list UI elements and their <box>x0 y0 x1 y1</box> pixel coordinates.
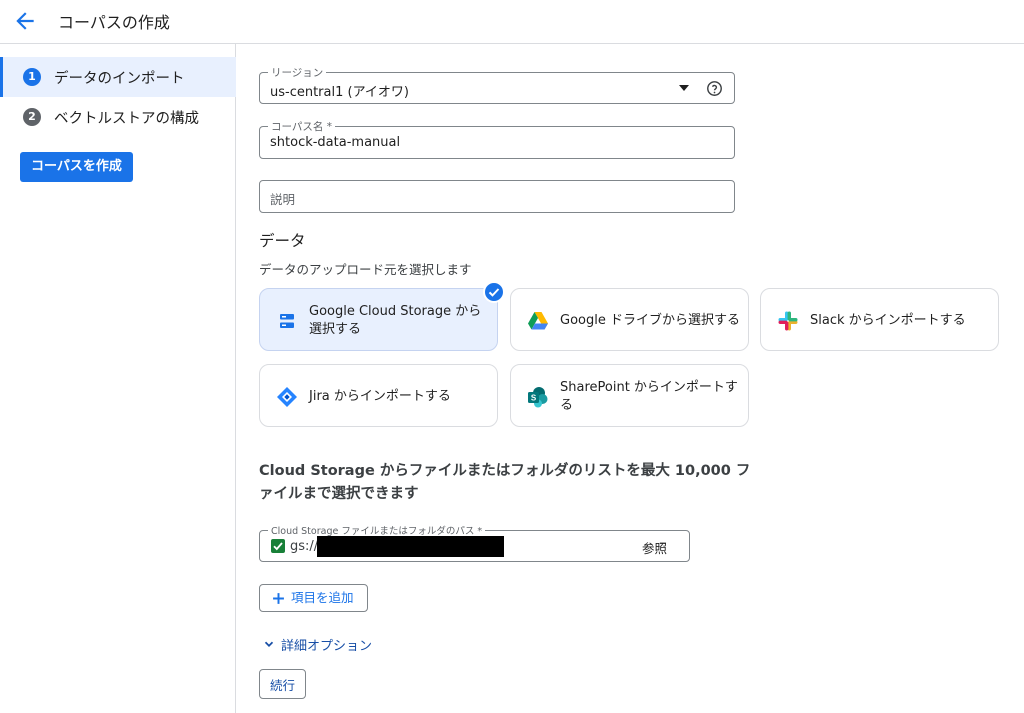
corpus-name-field[interactable]: コーパス名 * shtock-data-manual <box>259 119 735 159</box>
region-select[interactable]: リージョン us-central1 (アイオワ) <box>259 65 735 104</box>
path-valid-checkbox <box>271 539 285 553</box>
source-card-label: Slack からインポートする <box>810 312 966 328</box>
source-card-google-drive[interactable]: Google ドライブから選択する <box>510 288 749 351</box>
sharepoint-icon: S <box>528 387 548 408</box>
region-value: us-central1 (アイオワ) <box>270 85 410 100</box>
check-icon <box>488 288 500 297</box>
add-item-label: 項目を追加 <box>291 590 354 605</box>
step-import-data[interactable]: 1 データのインポート <box>0 57 236 97</box>
top-bar: コーパスの作成 <box>0 0 1024 44</box>
data-section-title: データ <box>259 232 306 250</box>
cloud-storage-icon <box>280 314 294 328</box>
source-card-cloud-storage[interactable]: Google Cloud Storage から選択する <box>259 281 505 351</box>
step-label: ベクトルストアの構成 <box>54 111 199 127</box>
region-label: リージョン <box>268 65 327 80</box>
dropdown-arrow-icon <box>679 85 689 91</box>
step-label: データのインポート <box>54 71 185 87</box>
source-card-label: Jira からインポートする <box>309 388 451 404</box>
gcs-list-heading: Cloud Storage からファイルまたはフォルダのリストを最大 10,00… <box>259 460 759 506</box>
browse-button[interactable]: 参照 <box>642 538 667 557</box>
data-section-subtitle: データのアップロード元を選択します <box>259 262 472 277</box>
stepper-sidebar: 1 データのインポート 2 ベクトルストアの構成 コーパスを作成 <box>0 44 236 713</box>
check-icon <box>273 542 283 551</box>
gcs-path-prefix: gs:// <box>290 539 319 554</box>
redacted-path-value <box>317 536 504 557</box>
help-icon[interactable] <box>706 80 723 97</box>
slack-icon <box>778 311 798 331</box>
source-card-label: Google Cloud Storage から選択する <box>309 303 482 337</box>
selected-check-badge <box>483 281 505 303</box>
continue-button[interactable]: 続行 <box>259 669 307 699</box>
arrow-left-icon <box>16 12 34 30</box>
step-number: 2 <box>23 108 41 126</box>
svg-text:S: S <box>531 394 537 403</box>
corpus-name-value: shtock-data-manual <box>270 135 401 150</box>
source-card-slack[interactable]: Slack からインポートする <box>760 288 999 351</box>
gcs-heading-line-1: Cloud Storage からファイルまたはフォルダのリストを最大 10,00… <box>259 463 751 479</box>
jira-icon <box>277 387 297 407</box>
source-card-sharepoint[interactable]: S SharePoint からインポートする <box>510 364 749 427</box>
plus-icon <box>273 593 284 604</box>
back-button[interactable] <box>12 8 38 34</box>
source-card-label: Google ドライブから選択する <box>560 312 740 328</box>
gcs-heading-line-2: ァイルまで選択できます <box>259 486 419 502</box>
description-placeholder: 説明 <box>270 192 296 207</box>
create-corpus-button[interactable]: コーパスを作成 <box>20 152 133 182</box>
step-number: 1 <box>23 68 41 86</box>
gcs-path-label: Cloud Storage ファイルまたはフォルダのパス * <box>268 523 486 537</box>
add-item-button[interactable]: 項目を追加 <box>259 584 368 612</box>
advanced-options-label: 詳細オプション <box>281 639 373 654</box>
corpus-name-label: コーパス名 * <box>268 119 335 134</box>
description-field[interactable]: 説明 <box>259 180 735 213</box>
chevron-down-icon <box>264 641 274 647</box>
source-card-jira[interactable]: Jira からインポートする <box>259 364 498 427</box>
page-title: コーパスの作成 <box>58 13 170 32</box>
source-card-label: SharePoint からインポートする <box>560 379 738 413</box>
google-drive-icon <box>528 312 548 330</box>
step-vector-store-config[interactable]: 2 ベクトルストアの構成 <box>0 97 236 137</box>
